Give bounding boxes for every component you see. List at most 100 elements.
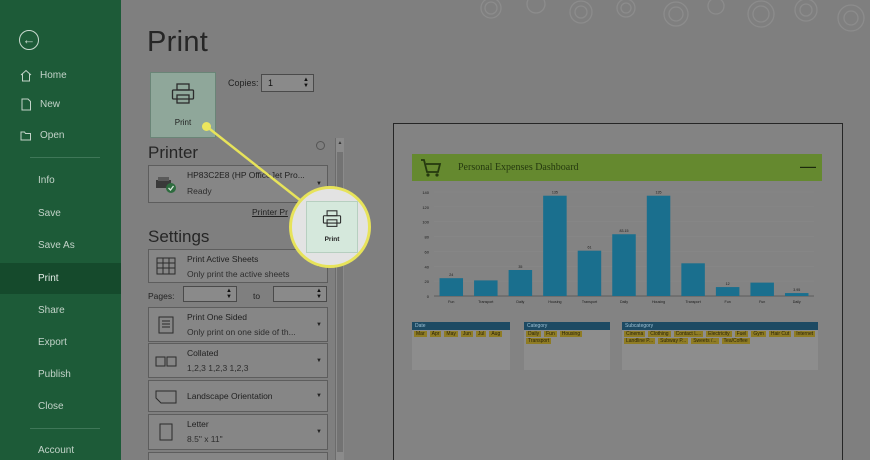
printer-properties-link[interactable]: Printer Pr: [252, 207, 288, 217]
dashboard-header-note: ▬▬▬▬: [800, 164, 816, 169]
print-backstage: Print Print Copies: 1 ▲ ▼ Printer HP83C2E…: [121, 0, 870, 460]
paper-size-dropdown[interactable]: Letter 8.5" x 11" ▼: [148, 414, 328, 450]
data-label: 12: [726, 282, 730, 286]
data-label: 24: [449, 273, 453, 277]
chevron-down-icon: ▼: [316, 393, 322, 399]
slicer-item: Sweets /...: [691, 338, 719, 344]
y-tick-label: 140: [422, 190, 429, 195]
sidebar-item-close[interactable]: Close: [0, 392, 121, 422]
collation-dropdown[interactable]: Collated 1,2,3 1,2,3 1,2,3 ▼: [148, 343, 328, 378]
y-tick-label: 40: [425, 264, 430, 269]
sidebar-item-label: Print: [38, 273, 59, 284]
slicer-item: Electricity: [706, 331, 732, 337]
bar: [750, 282, 774, 296]
pages-from-input[interactable]: ▲ ▼: [183, 286, 237, 302]
sidebar-item-label: Account: [38, 445, 75, 456]
home-icon: [20, 69, 32, 82]
x-tick-label: Daily: [620, 300, 628, 304]
x-tick-label: Fun: [448, 300, 454, 304]
chevron-down-icon: ▼: [316, 357, 322, 364]
bar: [439, 278, 464, 296]
spinner-arrows-icon[interactable]: ▲ ▼: [226, 288, 232, 300]
slicer-item: Gym: [751, 331, 766, 337]
sidebar-item-save-as[interactable]: Save As: [0, 231, 121, 261]
sidebar-item-print[interactable]: Print: [0, 263, 121, 294]
sidebar-divider: [30, 157, 100, 158]
x-tick-label: Transport: [582, 300, 597, 304]
pages-to-input[interactable]: ▲ ▼: [273, 286, 327, 302]
y-tick-label: 100: [422, 220, 429, 225]
y-tick-label: 120: [422, 205, 429, 210]
bar: [543, 195, 567, 296]
sidebar-item-export[interactable]: Export: [0, 328, 121, 358]
dashboard-header: Personal Expenses Dashboard ▬▬▬▬: [412, 154, 822, 181]
info-icon[interactable]: [316, 141, 325, 150]
printer-status: Ready: [187, 186, 212, 196]
back-arrow-icon[interactable]: ←: [19, 30, 39, 50]
x-tick-label: Transport: [478, 300, 493, 304]
slicer-item: Aug: [489, 331, 503, 337]
sidebar-item-label: Publish: [38, 369, 71, 380]
sidebar-item-new[interactable]: New: [0, 90, 121, 120]
spinner-arrows-icon[interactable]: ▲ ▼: [316, 288, 322, 300]
chevron-down-icon: ▼: [316, 321, 322, 328]
sidebar-item-share[interactable]: Share: [0, 296, 121, 326]
spinner-arrows-icon[interactable]: ▲ ▼: [303, 77, 309, 89]
category-slicer-table: Category Daily Fun Housing Transport: [524, 322, 610, 370]
setting-subtitle: Only print the active sheets: [187, 269, 290, 279]
margins-dropdown[interactable]: [148, 452, 328, 460]
sidebar-item-label: Save: [38, 208, 61, 219]
x-tick-label: Daily: [516, 300, 524, 304]
sidebar-item-save[interactable]: Save: [0, 199, 121, 229]
setting-title: Print One Sided: [187, 312, 248, 322]
y-tick-label: 0: [427, 294, 430, 299]
dashboard-title: Personal Expenses Dashboard: [458, 162, 579, 173]
setting-title: Collated: [187, 348, 219, 358]
data-label: 135: [656, 191, 662, 195]
x-tick-label: Housing: [652, 300, 665, 304]
slicer-item: Mar: [414, 331, 427, 337]
print-button-zoomed[interactable]: Print: [306, 201, 358, 253]
callout-magnifier: Print: [289, 186, 371, 268]
copies-label: Copies:: [228, 78, 259, 88]
table-header: Category: [524, 322, 610, 330]
sidebar-item-open[interactable]: Open: [0, 121, 121, 151]
setting-title: Print Active Sheets: [187, 254, 259, 264]
bar: [577, 250, 602, 296]
chevron-down-icon: ▼: [316, 429, 322, 435]
copies-value: 1: [268, 78, 274, 88]
sidebar-item-label: Close: [38, 401, 64, 412]
expenses-bar-chart: 0 20 40 60 80 100 120 140 24 Fun Transport 35 Daily 1…: [422, 190, 814, 304]
backstage-sidebar: ← Home New Open Info Save Save As Print …: [0, 0, 121, 460]
print-button-label: Print: [324, 236, 340, 243]
sidebar-item-label: Export: [38, 337, 67, 348]
printer-icon: [171, 83, 195, 104]
new-document-icon: [21, 98, 31, 111]
x-tick-label: Transport: [685, 300, 700, 304]
paper-icon: [159, 423, 173, 441]
sidebar-item-home[interactable]: Home: [0, 61, 121, 91]
landscape-page-icon: [155, 390, 177, 404]
slicer-item: Landline P...: [624, 338, 656, 344]
sheets-grid-icon: [156, 257, 176, 275]
sides-dropdown[interactable]: Print One Sided Only print on one side o…: [148, 307, 328, 342]
table-header: Date: [412, 322, 510, 330]
callout-anchor-dot: [202, 122, 211, 131]
sidebar-item-publish[interactable]: Publish: [0, 360, 121, 390]
x-tick-label: Daily: [793, 300, 801, 304]
sidebar-item-account[interactable]: Account: [0, 436, 121, 460]
slicer-item: Apr: [429, 331, 442, 337]
y-tick-label: 80: [425, 235, 430, 240]
sidebar-item-info[interactable]: Info: [0, 166, 121, 196]
settings-heading: Settings: [148, 227, 210, 246]
bar: [715, 287, 740, 296]
sidebar-item-label: Info: [38, 175, 55, 186]
copies-stepper[interactable]: 1 ▲ ▼: [261, 74, 314, 92]
orientation-dropdown[interactable]: Landscape Orientation ▼: [148, 380, 328, 412]
x-tick-label: Fun: [759, 300, 765, 304]
table-cells: Cinema Clothing Contact L... Electricity Fue…: [622, 330, 818, 345]
setting-subtitle: Only print on one side of th...: [187, 327, 296, 337]
data-label: 3.95: [793, 288, 800, 292]
scroll-up-arrow-icon[interactable]: ▲: [336, 140, 344, 148]
data-label: 135: [552, 191, 558, 195]
